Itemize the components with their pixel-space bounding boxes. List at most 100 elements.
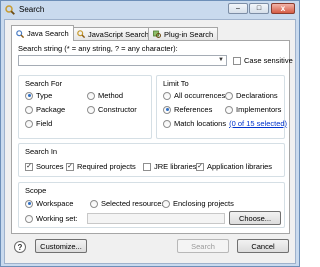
- help-glyph: ?: [17, 242, 23, 252]
- window-title: Search: [19, 5, 45, 14]
- radio-label: Implementors: [236, 105, 282, 114]
- dialog-client-area: Java Search JavaScript Search Plug-in Se…: [4, 19, 296, 264]
- radio-indicator[interactable]: [90, 199, 98, 208]
- working-set-field[interactable]: [87, 213, 225, 224]
- radio-label: Match locations: [174, 119, 227, 128]
- tab-plugin-search[interactable]: Plug-in Search: [148, 27, 219, 40]
- plugin-search-icon: [153, 30, 161, 38]
- maximize-icon: □: [256, 5, 262, 12]
- radio-indicator[interactable]: [25, 199, 33, 208]
- limit-to-declarations-radio[interactable]: Declarations: [225, 91, 278, 100]
- radio-label: Selected resources: [101, 199, 166, 208]
- search-string-combo[interactable]: ▼: [18, 55, 227, 66]
- search-icon: [5, 5, 15, 15]
- checkbox-label: Application libraries: [207, 162, 273, 171]
- tab-java-search[interactable]: Java Search: [11, 25, 74, 41]
- search-for-constructor-radio[interactable]: Constructor: [87, 105, 137, 114]
- search-button[interactable]: Search: [177, 239, 229, 253]
- radio-indicator[interactable]: [163, 119, 171, 128]
- search-in-jre-libraries-checkbox[interactable]: JRE libraries: [143, 162, 197, 171]
- radio-indicator[interactable]: [225, 91, 233, 100]
- limit-to-implementors-radio[interactable]: Implementors: [225, 105, 281, 114]
- choose-working-set-button[interactable]: Choose...: [229, 211, 281, 225]
- radio-label: Constructor: [98, 105, 137, 114]
- radio-indicator[interactable]: [87, 91, 95, 100]
- checkbox-box[interactable]: [233, 56, 241, 65]
- close-button[interactable]: x: [271, 3, 295, 14]
- scope-enclosing-projects-radio[interactable]: Enclosing projects: [162, 199, 234, 208]
- radio-label: References: [174, 105, 213, 114]
- radio-label: Declarations: [236, 91, 278, 100]
- checkbox-box[interactable]: ✓: [66, 162, 74, 171]
- limit-to-group: Limit To All occurrences Declarations Re…: [156, 75, 287, 139]
- search-dialog-window: Search – □ x Java Search JavaScript Sear…: [0, 0, 300, 267]
- limit-to-match-locations-radio[interactable]: Match locations (0 of 15 selected): [163, 119, 287, 128]
- tab-label: Plug-in Search: [164, 29, 214, 39]
- search-in-required-projects-checkbox[interactable]: ✓ Required projects: [66, 162, 136, 171]
- search-for-package-radio[interactable]: Package: [25, 105, 65, 114]
- case-sensitive-checkbox[interactable]: Case sensitive: [233, 56, 293, 65]
- tab-javascript-search[interactable]: JavaScript Search: [72, 27, 154, 40]
- java-search-panel: Search string (* = any string, ? = any c…: [11, 40, 293, 234]
- radio-label: Package: [36, 105, 66, 114]
- help-icon[interactable]: ?: [14, 241, 26, 253]
- checkbox-box[interactable]: [143, 162, 151, 171]
- chevron-down-icon[interactable]: ▼: [218, 57, 224, 63]
- tab-label: JavaScript Search: [88, 29, 149, 39]
- customize-button[interactable]: Customize...: [35, 239, 87, 253]
- radio-indicator[interactable]: [87, 105, 95, 114]
- search-for-method-radio[interactable]: Method: [87, 91, 123, 100]
- radio-indicator[interactable]: [25, 91, 33, 100]
- search-in-title: Search In: [25, 147, 58, 156]
- radio-label: Field: [36, 119, 53, 128]
- radio-label: Workspace: [36, 199, 74, 208]
- radio-indicator[interactable]: [163, 105, 171, 114]
- limit-to-title: Limit To: [163, 79, 189, 88]
- radio-label: All occurrences: [174, 91, 226, 100]
- search-in-application-libraries-checkbox[interactable]: ✓ Application libraries: [196, 162, 272, 171]
- title-bar[interactable]: Search – □ x: [1, 1, 299, 19]
- checkbox-box[interactable]: ✓: [196, 162, 204, 171]
- scope-workspace-radio[interactable]: Workspace: [25, 199, 73, 208]
- maximize-button[interactable]: □: [249, 3, 269, 14]
- search-in-group: Search In ✓ Sources ✓ Required projects …: [18, 143, 285, 177]
- scope-title: Scope: [25, 186, 47, 195]
- radio-indicator[interactable]: [25, 119, 33, 128]
- button-label: Cancel: [251, 241, 275, 251]
- search-for-field-radio[interactable]: Field: [25, 119, 52, 128]
- match-locations-selected-link[interactable]: (0 of 15 selected): [229, 119, 287, 128]
- search-for-type-radio[interactable]: Type: [25, 91, 52, 100]
- search-for-title: Search For: [25, 79, 63, 88]
- case-sensitive-label: Case sensitive: [244, 56, 293, 65]
- radio-indicator[interactable]: [225, 105, 233, 114]
- limit-to-all-occurrences-radio[interactable]: All occurrences: [163, 91, 225, 100]
- checkbox-box[interactable]: ✓: [25, 162, 33, 171]
- button-label: Search: [191, 241, 215, 251]
- button-label: Choose...: [238, 213, 272, 223]
- scope-group: Scope Workspace Selected resources Enclo…: [18, 182, 285, 228]
- radio-label: Working set:: [36, 214, 78, 223]
- radio-indicator[interactable]: [163, 91, 171, 100]
- radio-label: Enclosing projects: [173, 199, 234, 208]
- javascript-search-icon: [77, 30, 85, 38]
- radio-indicator[interactable]: [25, 214, 33, 223]
- scope-working-set-radio[interactable]: Working set:: [25, 214, 78, 223]
- checkbox-label: Required projects: [77, 162, 136, 171]
- java-search-icon: [16, 29, 24, 38]
- button-label: Customize...: [40, 241, 82, 251]
- checkbox-label: Sources: [36, 162, 64, 171]
- minimize-icon: –: [236, 5, 240, 12]
- minimize-button[interactable]: –: [228, 3, 248, 14]
- scope-selected-resources-radio[interactable]: Selected resources: [90, 199, 165, 208]
- checkbox-label: JRE libraries: [154, 162, 197, 171]
- close-icon: x: [280, 3, 286, 13]
- cancel-button[interactable]: Cancel: [237, 239, 289, 253]
- search-for-group: Search For Type Method Package Construct…: [18, 75, 152, 139]
- radio-indicator[interactable]: [25, 105, 33, 114]
- radio-indicator[interactable]: [162, 199, 170, 208]
- search-in-sources-checkbox[interactable]: ✓ Sources: [25, 162, 64, 171]
- radio-label: Method: [98, 91, 124, 100]
- limit-to-references-radio[interactable]: References: [163, 105, 212, 114]
- tab-label: Java Search: [27, 29, 69, 38]
- radio-label: Type: [36, 91, 53, 100]
